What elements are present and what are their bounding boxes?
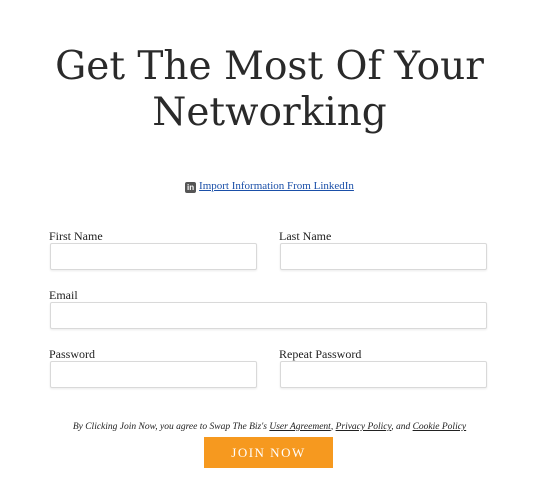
- legal-prefix: By Clicking Join Now, you agree to Swap …: [72, 422, 270, 432]
- email-label: Email: [49, 288, 78, 302]
- page-title-line-1: Get The Most Of Your: [55, 44, 484, 89]
- join-now-button[interactable]: JOIN NOW: [204, 437, 333, 468]
- email-field[interactable]: [50, 302, 487, 329]
- last-name-field[interactable]: [280, 243, 487, 270]
- cookie-policy-link[interactable]: Cookie Policy: [413, 422, 467, 432]
- repeat-password-field[interactable]: [280, 361, 487, 388]
- legal-separator: , and: [391, 422, 413, 432]
- page-title: Get The Most Of Your Networking: [0, 44, 539, 136]
- linkedin-import: in Import Information From LinkedIn: [0, 179, 539, 193]
- repeat-password-label: Repeat Password: [279, 347, 362, 361]
- user-agreement-link[interactable]: User Agreement: [269, 422, 330, 432]
- page-title-line-2: Networking: [152, 90, 387, 135]
- legal-notice: By Clicking Join Now, you agree to Swap …: [0, 421, 539, 433]
- last-name-label: Last Name: [279, 229, 332, 243]
- linkedin-icon[interactable]: in: [185, 182, 197, 193]
- password-label: Password: [49, 347, 96, 361]
- first-name-field[interactable]: [50, 243, 257, 270]
- privacy-policy-link[interactable]: Privacy Policy: [336, 422, 392, 432]
- first-name-label: First Name: [49, 229, 103, 243]
- password-field[interactable]: [50, 361, 257, 388]
- linkedin-import-link[interactable]: Import Information From LinkedIn: [199, 180, 354, 192]
